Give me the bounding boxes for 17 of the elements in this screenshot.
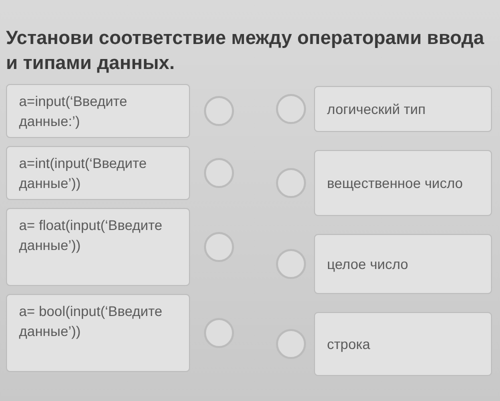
radio-circle[interactable] xyxy=(276,329,306,359)
radio-circle[interactable] xyxy=(276,94,306,124)
radio-circle[interactable] xyxy=(204,158,234,188)
radio-circle[interactable] xyxy=(204,232,234,262)
radio-circle[interactable] xyxy=(276,249,306,279)
operator-card[interactable]: a=input(‘Введите данные:’) xyxy=(6,84,190,138)
type-card[interactable]: вещественное число xyxy=(314,150,492,216)
radio-circle[interactable] xyxy=(204,96,234,126)
radio-circle[interactable] xyxy=(276,168,306,198)
type-card[interactable]: целое число xyxy=(314,234,492,294)
type-card[interactable]: логический тип xyxy=(314,86,492,132)
type-card[interactable]: строка xyxy=(314,312,492,376)
operator-card[interactable]: a=int(input(‘Введите данные’)) xyxy=(6,146,190,200)
radio-circle[interactable] xyxy=(204,318,234,348)
operator-card[interactable]: a= bool(input(‘Введите данные’)) xyxy=(6,294,190,372)
question-title: Установи соответствие между операторами ввода и типами данных. xyxy=(6,27,486,76)
operator-card[interactable]: a= float(input(‘Введите данные’)) xyxy=(6,208,190,286)
